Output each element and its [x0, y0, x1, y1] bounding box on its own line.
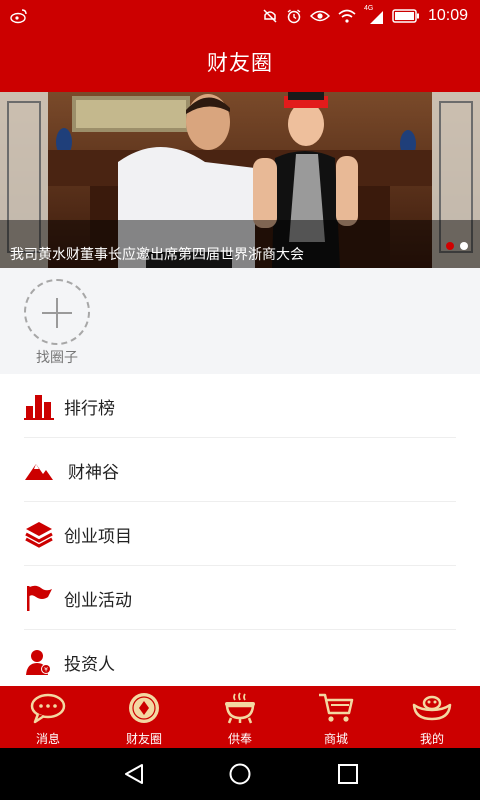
banner-carousel[interactable]: 我司黄水财董事长应邀出席第四届世界浙商大会 [0, 92, 480, 268]
find-circle-button[interactable] [24, 279, 90, 345]
header: 财友圈 [0, 32, 480, 92]
tab-label: 我的 [419, 732, 444, 746]
flag-icon [27, 585, 52, 611]
menu-item-label: 创业项目 [64, 527, 132, 547]
weibo-icon [10, 9, 27, 24]
tab-offering[interactable]: 供奉 [192, 686, 288, 748]
wifi-icon [338, 9, 356, 23]
menu-item-startup-projects[interactable]: 创业项目 [0, 502, 480, 566]
tab-label: 商城 [323, 732, 348, 746]
coin-icon [129, 693, 159, 723]
cart-icon [319, 693, 354, 722]
tab-messages[interactable]: 消息 [0, 686, 96, 748]
circles-section: 找圈子 [0, 268, 480, 374]
menu-item-ranking[interactable]: 排行榜 [0, 374, 480, 438]
layers-icon [25, 522, 53, 548]
tab-label: 供奉 [227, 732, 252, 746]
carousel-dot [460, 242, 468, 250]
clock: 10:09 [427, 7, 468, 24]
tab-mall[interactable]: 商城 [288, 686, 384, 748]
recents-icon[interactable] [336, 762, 360, 786]
menu-item-caishengu[interactable]: 财神谷 [0, 438, 480, 502]
feature-menu: 排行榜 财神谷 创业项目 创业活动 ¥ 投资人 [0, 374, 480, 686]
tab-caiyouquan[interactable]: 财友圈 [96, 686, 192, 748]
menu-item-label: 财神谷 [68, 463, 119, 483]
menu-item-startup-events[interactable]: 创业活动 [0, 566, 480, 630]
eye-icon [309, 10, 330, 22]
alarm-icon [287, 9, 301, 24]
find-circle-label: 找圈子 [36, 350, 78, 366]
carousel-indicator [446, 242, 468, 250]
incense-burner-icon [225, 692, 255, 724]
bottom-tab-bar: 消息 财友圈 供奉 商城 我的 [0, 686, 480, 748]
tab-label: 财友圈 [125, 732, 162, 746]
menu-item-label: 投资人 [64, 655, 115, 675]
menu-item-investors[interactable]: ¥ 投资人 [0, 630, 480, 686]
menu-item-label: 创业活动 [64, 591, 132, 611]
system-navigation-bar [0, 748, 480, 800]
tab-mine[interactable]: 我的 [384, 686, 480, 748]
battery-icon [392, 9, 419, 23]
carousel-dot-active [446, 242, 454, 250]
plus-icon-stroke [56, 298, 58, 328]
home-icon[interactable] [228, 762, 252, 786]
bar-chart-icon [24, 395, 54, 420]
mountain-icon [25, 464, 53, 480]
svg-text:¥: ¥ [44, 667, 48, 674]
signal-icon: 4G [364, 5, 384, 24]
page-title: 财友圈 [207, 51, 273, 75]
tab-label: 消息 [35, 732, 60, 746]
mute-icon [263, 9, 277, 23]
back-icon[interactable] [122, 762, 146, 786]
chat-bubble-icon [30, 693, 66, 724]
ingot-icon [412, 695, 452, 721]
banner-caption: 我司黄水财董事长应邀出席第四届世界浙商大会 [10, 247, 304, 263]
menu-item-label: 排行榜 [64, 399, 115, 419]
status-bar: 4G 10:09 [0, 0, 480, 32]
investor-icon: ¥ [26, 650, 51, 675]
